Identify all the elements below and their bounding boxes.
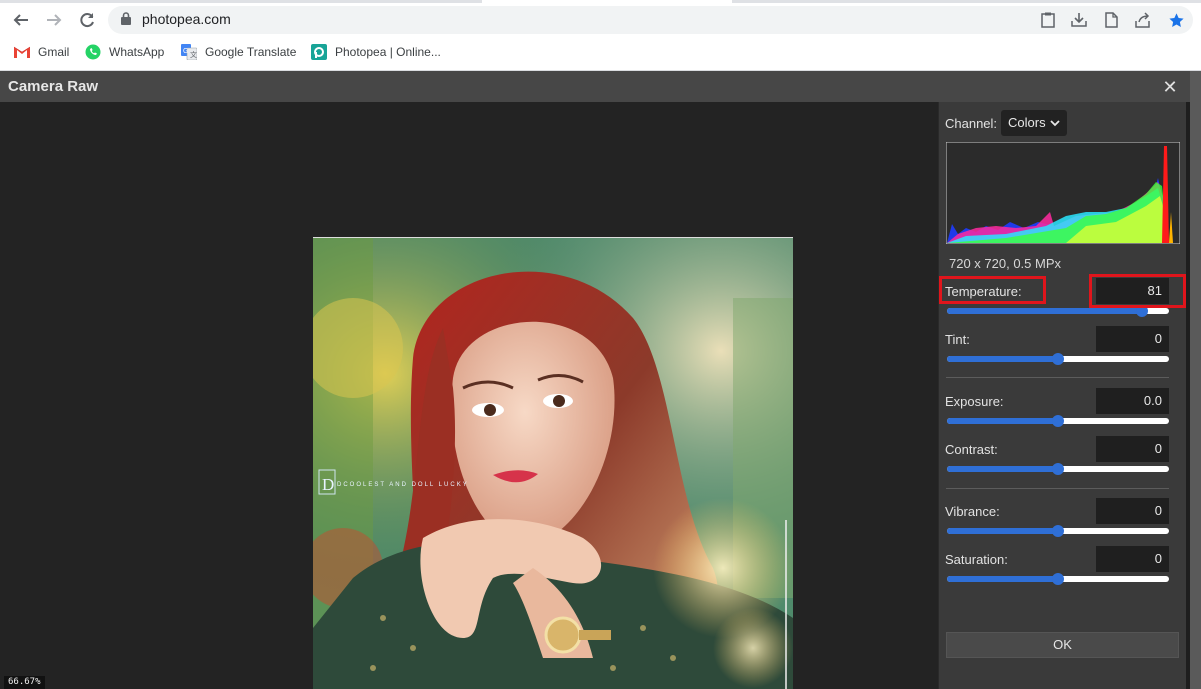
slider-handle[interactable]	[1052, 525, 1064, 537]
whatsapp-icon	[85, 44, 101, 60]
close-icon[interactable]: ✕	[1160, 77, 1180, 97]
tint-label: Tint:	[945, 332, 970, 347]
back-icon[interactable]	[9, 8, 33, 32]
bookmark-gmail[interactable]: Gmail	[14, 40, 69, 64]
contrast-value-input[interactable]: 0	[1096, 436, 1169, 462]
adjustments-panel: Channel: Colors 720 x 720, 0.5 MPx Tempe…	[938, 102, 1186, 689]
image-info: 720 x 720, 0.5 MPx	[949, 256, 1062, 271]
active-tab-edge	[482, 0, 732, 3]
vibrance-label: Vibrance:	[945, 504, 1000, 519]
bookmarks-bar: Gmail WhatsApp G文 Google Translate Photo…	[0, 40, 1201, 64]
gmail-icon	[14, 44, 30, 60]
bookmark-photopea[interactable]: Photopea | Online...	[311, 40, 441, 64]
document-icon[interactable]	[1102, 11, 1120, 29]
preview-image: D DCOOLEST AND DOLL LUCKY	[313, 237, 793, 689]
address-bar[interactable]	[108, 6, 1193, 34]
forward-icon[interactable]	[42, 8, 66, 32]
contrast-label: Contrast:	[945, 442, 998, 457]
temperature-label-highlight	[939, 276, 1046, 304]
chevron-down-icon	[1050, 116, 1060, 131]
share-icon[interactable]	[1134, 11, 1152, 29]
vibrance-value-input[interactable]: 0	[1096, 498, 1169, 524]
slider-handle[interactable]	[1052, 353, 1064, 365]
exposure-value-input[interactable]: 0.0	[1096, 388, 1169, 414]
bookmark-label: Photopea | Online...	[335, 45, 441, 59]
reload-icon[interactable]	[75, 8, 99, 32]
histogram	[945, 141, 1181, 245]
section-divider	[946, 488, 1169, 489]
dialog-title: Camera Raw	[8, 78, 99, 95]
tint-slider[interactable]	[947, 353, 1169, 365]
bookmark-label: WhatsApp	[109, 45, 165, 59]
google-translate-icon: G文	[181, 44, 197, 60]
url-text[interactable]: photopea.com	[142, 11, 231, 27]
camera-raw-dialog: Camera Raw ✕ D DCOOLEST AND DOLL LUCKY 6…	[0, 71, 1201, 689]
dialog-titlebar: Camera Raw ✕	[0, 71, 1190, 102]
saturation-value-input[interactable]: 0	[1096, 546, 1169, 572]
watermark-text: DCOOLEST AND DOLL LUCKY	[337, 482, 469, 488]
vibrance-slider[interactable]	[947, 525, 1169, 537]
scrollbar-edge	[1190, 71, 1201, 689]
lock-icon	[121, 12, 131, 30]
browser-chrome: photopea.com Gmail WhatsApp G文 Google Tr…	[0, 0, 1201, 71]
photopea-icon	[311, 44, 327, 60]
svg-text:文: 文	[190, 50, 197, 59]
slider-handle[interactable]	[1052, 463, 1064, 475]
svg-text:G: G	[183, 48, 188, 55]
bookmark-label: Google Translate	[205, 45, 297, 59]
bookmark-star-icon[interactable]	[1167, 11, 1185, 29]
svg-text:D: D	[322, 475, 334, 494]
bookmark-google-translate[interactable]: G文 Google Translate	[181, 40, 296, 64]
channel-label: Channel:	[945, 116, 998, 131]
section-divider	[946, 377, 1169, 378]
download-icon[interactable]	[1070, 11, 1088, 29]
tab-strip	[0, 0, 1201, 3]
slider-handle[interactable]	[1052, 573, 1064, 585]
tint-value-input[interactable]: 0	[1096, 326, 1169, 352]
saturation-label: Saturation:	[945, 552, 1008, 567]
bookmark-label: Gmail	[38, 45, 70, 59]
channel-value: Colors	[1008, 115, 1046, 130]
channel-select[interactable]: Colors	[1001, 110, 1067, 136]
slider-handle[interactable]	[1052, 415, 1064, 427]
ok-button[interactable]: OK	[946, 632, 1179, 658]
saturation-slider[interactable]	[947, 573, 1169, 585]
contrast-slider[interactable]	[947, 463, 1169, 475]
bookmark-whatsapp[interactable]: WhatsApp	[85, 40, 164, 64]
temperature-value-highlight	[1089, 274, 1186, 308]
zoom-indicator: 66.67%	[4, 676, 45, 689]
temperature-slider[interactable]	[947, 305, 1169, 317]
exposure-slider[interactable]	[947, 415, 1169, 427]
clipboard-icon[interactable]	[1039, 11, 1057, 29]
exposure-label: Exposure:	[945, 394, 1004, 409]
